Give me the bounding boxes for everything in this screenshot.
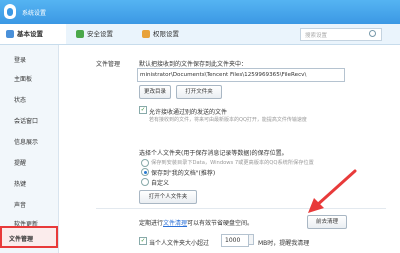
tab-security-settings[interactable]: 安全设置 [76,24,136,44]
sidebar-item-sound[interactable]: 声音 [14,200,26,209]
threshold-value: 1000 [225,237,241,244]
sidebar-item-file-management[interactable]: 文件管理 [9,234,33,243]
allow-folder-text: 允许接收通过别的发送的文件 [149,109,228,116]
tab-basic-settings[interactable]: 基本设置 [0,24,66,44]
personal-folder-text: 选择个人文件夹(用于保存消息记录等数据)的保存位置。 [139,150,288,157]
qq-logo-inner [7,8,13,16]
search-placeholder: 搜索设置 [305,33,328,39]
window-title: 系统设置 [22,10,47,17]
cleanup-link[interactable]: 文件清理 [163,220,187,227]
cleanup-text: 定期进行文件清理可以有效节省硬盘空间。 [139,218,253,227]
option-system-label: 保存到安装目录下Data，Windows 7或更高版本的QQ系统所保存位置 [151,160,314,166]
sidebar-item-info-display[interactable]: 信息展示 [14,137,38,146]
tab-label: 基本设置 [17,30,43,38]
save-path-value: ministrator\Documents\Tencent Files\1259… [140,72,307,78]
change-dir-button[interactable]: 更改目录 [139,85,171,99]
tab-label: 安全设置 [87,30,113,38]
cleanup-prefix: 定期进行 [139,220,164,227]
option-custom-label: 自定义 [151,180,170,187]
gear-icon [6,30,14,38]
sidebar-item-login[interactable]: 登录 [14,55,26,64]
title-bar [0,0,400,24]
allow-folder-desc: 若有接收到的文件，将来可由最新版本的QQ打开，能提高文件传输速度 [149,117,307,123]
option-system-radio[interactable] [141,159,149,167]
shield-icon [76,30,84,38]
threshold-unit: MB时，提醒我清理 [258,240,310,247]
open-folder-button[interactable]: 打开文件夹 [176,85,222,99]
sidebar-item-status[interactable]: 状态 [14,95,26,104]
save-path-field[interactable]: ministrator\Documents\Tencent Files\1259… [137,68,345,82]
tab-permission-settings[interactable]: 权限设置 [142,24,202,44]
open-personal-folder-button[interactable]: 打开个人文件夹 [139,190,197,204]
search-input[interactable]: 搜索设置 [300,28,382,41]
tab-label: 权限设置 [153,30,179,38]
option-my-docs-label: 保存到"我的文档"(推荐) [151,170,216,177]
sidebar-item-chat-window[interactable]: 会话窗口 [14,116,38,125]
threshold-prefix: 当个人文件夹大小超过 [149,240,210,247]
allow-folder-checkbox[interactable]: ✓ [139,106,147,114]
option-my-docs-radio[interactable] [141,168,149,176]
cleanup-suffix: 可以有效节省硬盘空间。 [187,220,254,227]
threshold-checkbox[interactable]: ✓ [139,237,147,245]
sidebar-item-hotkeys[interactable]: 热键 [14,179,26,188]
annotation-arrow [308,169,357,213]
sidebar-item-reminder[interactable]: 提醒 [14,158,26,167]
save-to-text: 默认把接收到的文件保存到此文件夹中： [139,61,248,68]
section-label: 文件管理 [96,61,121,68]
threshold-input[interactable]: 1000 [221,234,249,247]
lock-icon [142,30,150,38]
threshold-stepper[interactable] [248,234,254,245]
sidebar-item-main-panel[interactable]: 主面板 [14,74,32,83]
search-icon[interactable] [369,30,376,37]
option-custom-radio[interactable] [141,178,149,186]
